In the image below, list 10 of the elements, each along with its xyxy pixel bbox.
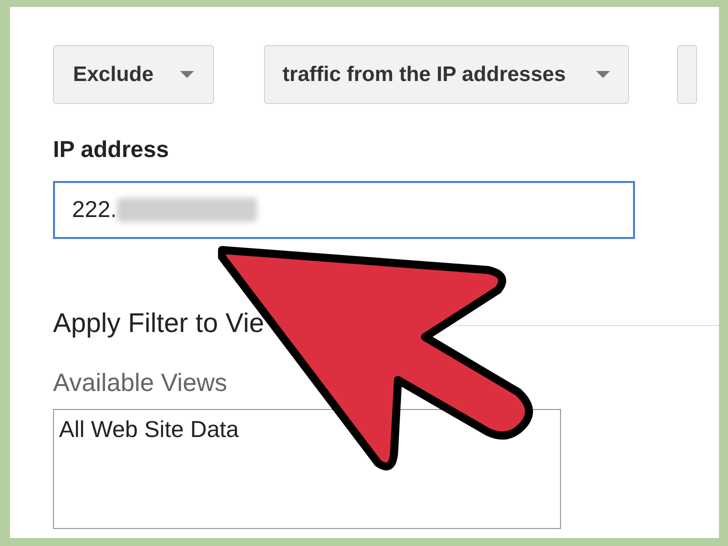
field-label: IP address [53, 135, 170, 164]
section-heading: Apply Filter to Vie [53, 306, 264, 340]
dropdown[interactable]: Exclude [53, 45, 214, 104]
dropdown[interactable]: traffic from the IP addresses [264, 45, 629, 104]
list-item[interactable]: All Web Site Data [59, 412, 555, 446]
input-field[interactable]: 222. [53, 180, 635, 238]
list-label: Available Views [53, 368, 228, 399]
caret-icon [596, 71, 610, 78]
dropdown[interactable] [676, 45, 697, 104]
caret-icon [180, 71, 194, 78]
